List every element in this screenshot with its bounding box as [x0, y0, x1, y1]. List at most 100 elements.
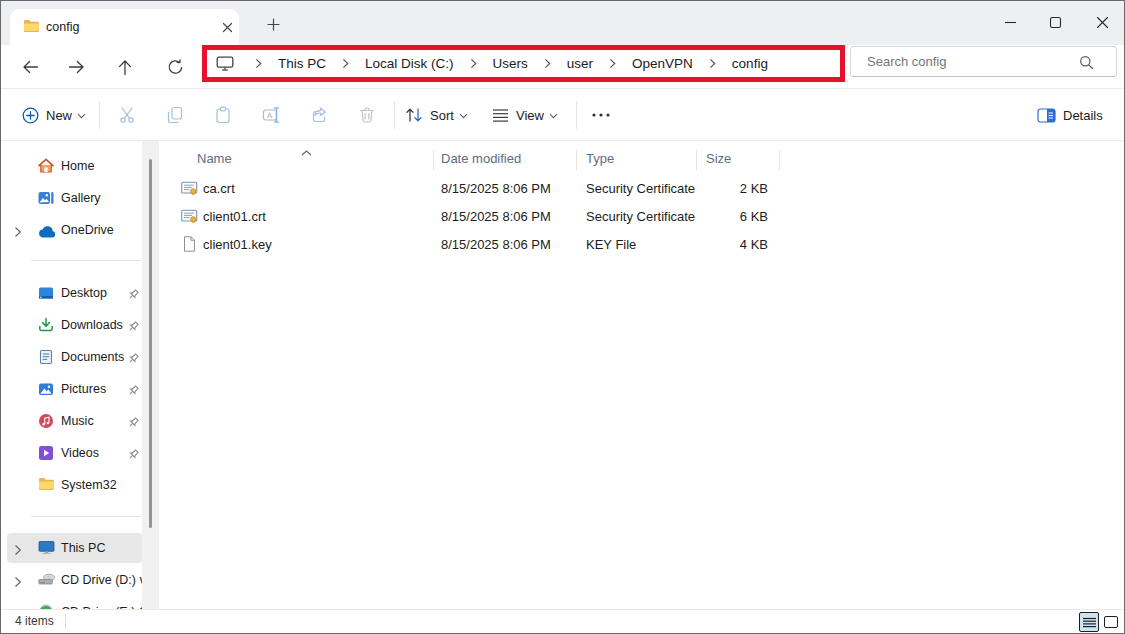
rename-button[interactable]: A [253, 90, 289, 140]
chevron-right-icon [255, 58, 262, 69]
window-close-button[interactable] [1079, 1, 1125, 43]
chevron-right-icon [609, 58, 616, 69]
back-button[interactable] [14, 51, 46, 83]
breadcrumb-users[interactable]: Users [493, 56, 528, 71]
documents-icon [38, 349, 54, 369]
sort-icon [405, 107, 423, 123]
tab-close-icon[interactable] [215, 15, 239, 39]
file-row-client01-key[interactable]: client01.key 8/15/2025 8:06 PM KEY File … [161, 230, 1123, 258]
sidebar-item-downloads[interactable]: Downloads [1, 309, 161, 341]
sidebar-item-videos[interactable]: Videos [1, 437, 161, 469]
chevron-expand-icon[interactable] [14, 224, 22, 242]
chevron-down-icon [459, 113, 468, 119]
desktop-icon [38, 285, 54, 305]
cut-button[interactable] [109, 90, 145, 140]
sort-ascending-icon [301, 142, 312, 160]
breadcrumb-user[interactable]: user [567, 56, 593, 71]
plus-circle-icon [22, 107, 39, 124]
sidebar-item-onedrive[interactable]: OneDrive [1, 214, 161, 246]
home-icon [38, 158, 54, 178]
file-name: ca.crt [203, 181, 235, 196]
delete-button[interactable] [349, 90, 385, 140]
share-button[interactable] [301, 90, 337, 140]
breadcrumb-local-disk[interactable]: Local Disk (C:) [365, 56, 454, 71]
onedrive-icon [38, 224, 56, 242]
search-icon [1079, 55, 1094, 74]
file-list: Name Date modified Type Size ca.crt 8/15… [161, 141, 1123, 609]
sidebar-scrollbar[interactable] [142, 141, 159, 611]
computer-icon [216, 56, 234, 71]
file-type: KEY File [586, 237, 636, 252]
key-file-icon [181, 236, 198, 256]
certificate-file-icon [181, 180, 198, 200]
tab-title: config [46, 20, 79, 34]
sidebar-separator [31, 516, 141, 517]
file-date: 8/15/2025 8:06 PM [441, 209, 551, 224]
chevron-expand-icon[interactable] [14, 574, 22, 592]
sidebar-item-gallery[interactable]: Gallery [1, 182, 161, 214]
address-bar[interactable]: This PC Local Disk (C:) Users user OpenV… [207, 50, 840, 77]
pin-icon [127, 287, 140, 305]
sidebar-scrollbar-thumb[interactable] [149, 159, 152, 528]
sidebar-item-desktop[interactable]: Desktop [1, 277, 161, 309]
refresh-button[interactable] [159, 51, 191, 83]
pictures-icon [38, 381, 54, 401]
view-button[interactable]: View [492, 90, 558, 140]
sort-button[interactable]: Sort [405, 90, 468, 140]
tab-config[interactable]: config [10, 9, 239, 45]
folder-icon [23, 19, 40, 37]
details-pane-button[interactable]: Details [1037, 90, 1108, 140]
column-header-type[interactable]: Type [586, 151, 614, 166]
details-view-toggle[interactable] [1079, 612, 1099, 632]
sidebar-item-pictures[interactable]: Pictures [1, 373, 161, 405]
breadcrumb-openvpn[interactable]: OpenVPN [632, 56, 693, 71]
navigation-pane: Home Gallery OneDrive Desktop Downloads … [1, 141, 161, 611]
thumbnail-view-toggle[interactable] [1104, 616, 1118, 628]
pin-icon [127, 383, 140, 401]
new-label: New [46, 108, 72, 123]
details-pane-icon [1037, 108, 1056, 123]
sidebar-item-this-pc[interactable]: This PC [1, 532, 161, 564]
chevron-right-icon [544, 58, 551, 69]
sidebar-item-home[interactable]: Home [1, 150, 161, 182]
search-box[interactable]: Search config [850, 46, 1117, 77]
command-toolbar: New A Sort View [1, 90, 1124, 141]
column-header-name[interactable]: Name [197, 151, 232, 166]
column-header-date[interactable]: Date modified [441, 151, 521, 166]
paste-button[interactable] [205, 90, 241, 140]
status-separator [65, 614, 66, 629]
sidebar-item-system32[interactable]: System32 [1, 469, 161, 501]
column-header-size[interactable]: Size [706, 151, 731, 166]
new-button[interactable]: New [22, 90, 86, 140]
copy-button[interactable] [157, 90, 193, 140]
search-placeholder: Search config [867, 54, 947, 69]
forward-button[interactable] [60, 51, 92, 83]
status-bar: 4 items [1, 609, 1124, 633]
new-tab-button[interactable] [259, 11, 287, 37]
maximize-button[interactable] [1032, 1, 1078, 43]
breadcrumb-config[interactable]: config [732, 56, 768, 71]
this-pc-icon [38, 540, 55, 559]
file-explorer-window: config [0, 0, 1125, 634]
file-row-ca-crt[interactable]: ca.crt 8/15/2025 8:06 PM Security Certif… [161, 174, 1123, 202]
view-label: View [516, 108, 544, 123]
chevron-right-icon [342, 58, 349, 69]
cd-drive-icon [38, 572, 56, 590]
sidebar-item-documents[interactable]: Documents [1, 341, 161, 373]
videos-icon [38, 445, 54, 465]
minimize-button[interactable] [987, 1, 1033, 43]
sidebar-item-cd-drive-d[interactable]: CD Drive (D:) vir [1, 564, 161, 596]
gallery-icon [38, 190, 54, 210]
chevron-expand-icon[interactable] [14, 542, 22, 560]
navigation-bar: This PC Local Disk (C:) Users user OpenV… [1, 45, 1124, 89]
view-icon [492, 108, 509, 123]
sidebar-item-music[interactable]: Music [1, 405, 161, 437]
more-options-button[interactable] [583, 90, 619, 140]
up-button[interactable] [109, 51, 141, 83]
file-row-client01-crt[interactable]: client01.crt 8/15/2025 8:06 PM Security … [161, 202, 1123, 230]
file-date: 8/15/2025 8:06 PM [441, 237, 551, 252]
pin-icon [127, 415, 140, 433]
file-size: 6 KB [696, 209, 768, 224]
downloads-icon [38, 317, 54, 337]
breadcrumb-this-pc[interactable]: This PC [278, 56, 326, 71]
